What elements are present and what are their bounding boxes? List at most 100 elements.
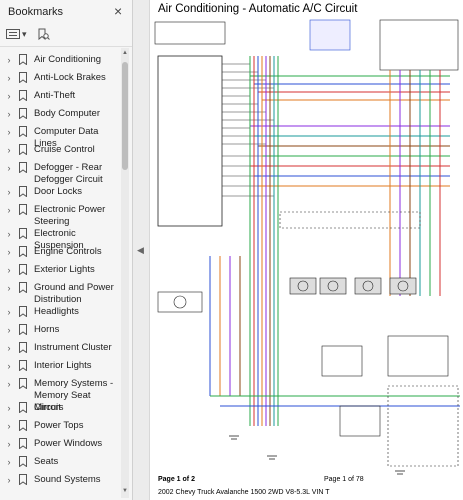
- page-label: Page 1 of 2: [158, 476, 195, 483]
- chevron-right-icon[interactable]: ›: [3, 186, 15, 198]
- chevron-right-icon[interactable]: ›: [3, 306, 15, 318]
- bookmark-icon: [19, 324, 27, 335]
- list-item[interactable]: › Electronic Power Steering: [0, 204, 120, 228]
- chevron-right-icon[interactable]: ›: [3, 126, 15, 138]
- actuator-box: [389, 277, 417, 295]
- list-item[interactable]: › Instrument Cluster: [0, 342, 120, 354]
- page-title: Air Conditioning - Automatic A/C Circuit: [158, 3, 358, 15]
- relay-box: [379, 19, 459, 71]
- list-item[interactable]: › Cruise Control: [0, 144, 120, 156]
- bookmark-icon: [19, 360, 27, 371]
- list-item[interactable]: › Exterior Lights: [0, 264, 120, 276]
- bookmark-icon: [19, 420, 27, 431]
- list-item[interactable]: › Seats: [0, 456, 120, 468]
- list-item[interactable]: › Interior Lights: [0, 360, 120, 372]
- chevron-right-icon[interactable]: ›: [3, 108, 15, 120]
- list-item[interactable]: › Power Tops: [0, 420, 120, 432]
- list-item[interactable]: › Door Locks: [0, 186, 120, 198]
- options-menu-button[interactable]: ▾: [6, 29, 27, 40]
- bookmark-icon: [19, 186, 27, 197]
- chevron-right-icon[interactable]: ›: [3, 144, 15, 156]
- chevron-right-icon[interactable]: ›: [3, 54, 15, 66]
- control-module-box: [157, 55, 223, 227]
- bookmark-icon: [19, 474, 27, 485]
- chevron-right-icon[interactable]: ›: [3, 420, 15, 432]
- chevron-down-icon: ▾: [22, 28, 27, 39]
- bookmark-label: Horns: [34, 324, 60, 335]
- actuator-box: [319, 277, 347, 295]
- wiring-diagram: [154, 19, 460, 475]
- bookmark-label: Door Locks: [34, 186, 83, 197]
- chevron-right-icon[interactable]: ›: [3, 246, 15, 258]
- collapse-panel-icon[interactable]: ◀: [137, 245, 144, 256]
- bookmark-icon: [19, 306, 27, 317]
- fuse-block-box: [309, 19, 351, 51]
- chevron-right-icon[interactable]: ›: [3, 342, 15, 354]
- bookmark-label: Sound Systems: [34, 474, 101, 485]
- bookmark-label: Defogger - Rear Defogger Circuit: [34, 162, 103, 185]
- bookmark-icon: [19, 72, 27, 83]
- list-item[interactable]: › Air Conditioning: [0, 54, 120, 66]
- chevron-right-icon[interactable]: ›: [3, 264, 15, 276]
- chevron-right-icon[interactable]: ›: [3, 378, 15, 390]
- page-counter: Page 1 of 78: [324, 476, 364, 483]
- chevron-right-icon[interactable]: ›: [3, 360, 15, 372]
- bookmark-label: Instrument Cluster: [34, 342, 112, 353]
- bookmark-icon: [19, 342, 27, 353]
- bookmark-label: Body Computer: [34, 108, 101, 119]
- chevron-right-icon[interactable]: ›: [3, 162, 15, 174]
- list-item[interactable]: › Ground and Power Distribution: [0, 282, 120, 306]
- list-item[interactable]: › Defogger - Rear Defogger Circuit: [0, 162, 120, 186]
- list-item[interactable]: › Engine Controls: [0, 246, 120, 258]
- bookmark-icon: [19, 402, 27, 413]
- list-item[interactable]: › Mirrors: [0, 402, 120, 414]
- chevron-right-icon[interactable]: ›: [3, 438, 15, 450]
- bookmark-label: Interior Lights: [34, 360, 92, 371]
- bookmark-label: Electronic Power Steering: [34, 204, 106, 227]
- bookmark-search-icon: [38, 28, 50, 40]
- chevron-right-icon[interactable]: ›: [3, 474, 15, 486]
- panel-splitter[interactable]: ◀: [133, 0, 150, 500]
- document-view: Air Conditioning - Automatic A/C Circuit…: [150, 0, 463, 500]
- bookmark-icon: [19, 90, 27, 101]
- chevron-right-icon[interactable]: ›: [3, 402, 15, 414]
- bookmark-icon: [19, 228, 27, 239]
- lamp-box: [339, 405, 381, 437]
- close-panel-icon[interactable]: ×: [114, 3, 122, 19]
- bookmark-icon: [19, 54, 27, 65]
- bookmarks-panel: Bookmarks × ▾ › Air Conditioning › Anti-Loc…: [0, 0, 133, 500]
- bookmark-icon: [19, 282, 27, 293]
- scrollbar-thumb[interactable]: [122, 62, 128, 170]
- chevron-right-icon[interactable]: ›: [3, 72, 15, 84]
- list-item[interactable]: › Sound Systems: [0, 474, 120, 486]
- scroll-down-icon[interactable]: ▼: [121, 488, 129, 494]
- list-item[interactable]: › Horns: [0, 324, 120, 336]
- list-item[interactable]: › Headlights: [0, 306, 120, 318]
- scroll-up-icon[interactable]: ▲: [121, 50, 129, 56]
- chevron-right-icon[interactable]: ›: [3, 456, 15, 468]
- bookmark-label: Power Windows: [34, 438, 103, 449]
- bookmark-label: Mirrors: [34, 402, 64, 413]
- bookmark-icon: [19, 108, 27, 119]
- recirc-actuator-box: [321, 345, 363, 377]
- data-link-connector: [154, 21, 226, 45]
- bookmark-label: Anti-Theft: [34, 90, 76, 101]
- relay-box: [387, 335, 449, 377]
- find-bookmark-button[interactable]: [37, 28, 50, 41]
- bookmark-icon: [19, 378, 27, 389]
- bookmark-icon: [19, 456, 27, 467]
- chevron-right-icon[interactable]: ›: [3, 228, 15, 240]
- chevron-right-icon[interactable]: ›: [3, 282, 15, 294]
- list-item[interactable]: › Anti-Lock Brakes: [0, 72, 120, 84]
- chevron-right-icon[interactable]: ›: [3, 204, 15, 216]
- bookmark-scrollbar[interactable]: ▲ ▼: [121, 48, 129, 498]
- bookmark-icon: [19, 246, 27, 257]
- chevron-right-icon[interactable]: ›: [3, 324, 15, 336]
- chevron-right-icon[interactable]: ›: [3, 90, 15, 102]
- blower-motor-box: [157, 291, 203, 313]
- bookmarks-title: Bookmarks: [8, 6, 64, 18]
- list-item[interactable]: › Anti-Theft: [0, 90, 120, 102]
- list-item[interactable]: › Power Windows: [0, 438, 120, 450]
- bookmark-label: Exterior Lights: [34, 264, 95, 275]
- list-item[interactable]: › Body Computer: [0, 108, 120, 120]
